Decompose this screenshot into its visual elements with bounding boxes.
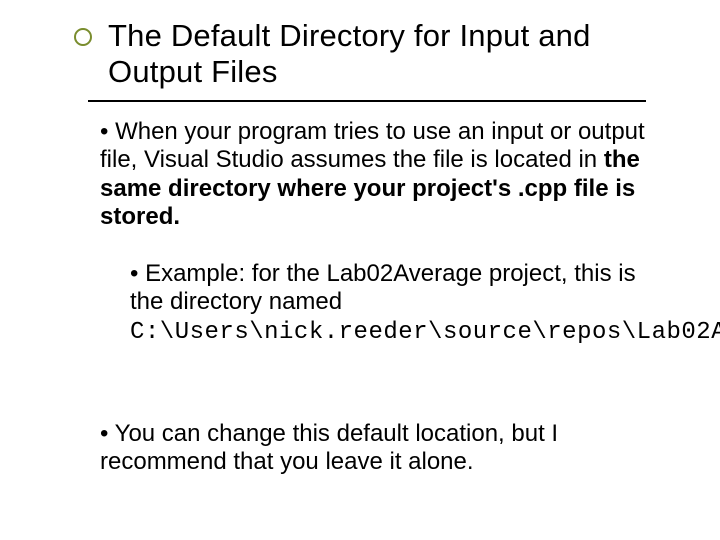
slide-title: The Default Directory for Input and Outp…	[108, 18, 648, 89]
bullet-2-code: C:\Users\nick.reeder\source\repos\Lab02A…	[130, 319, 720, 346]
bullet-1: • When your program tries to use an inpu…	[100, 118, 650, 231]
decorative-circle-icon	[74, 28, 92, 46]
title-underline	[88, 100, 646, 102]
bullet-2-lead: • Example: for the Lab02Average project,…	[130, 260, 636, 315]
bullet-1-lead: • When your program tries to use an inpu…	[100, 118, 645, 173]
bullet-2: • Example: for the Lab02Average project,…	[130, 260, 650, 347]
bullet-3: • You can change this default location, …	[100, 420, 640, 477]
slide: The Default Directory for Input and Outp…	[0, 0, 720, 540]
